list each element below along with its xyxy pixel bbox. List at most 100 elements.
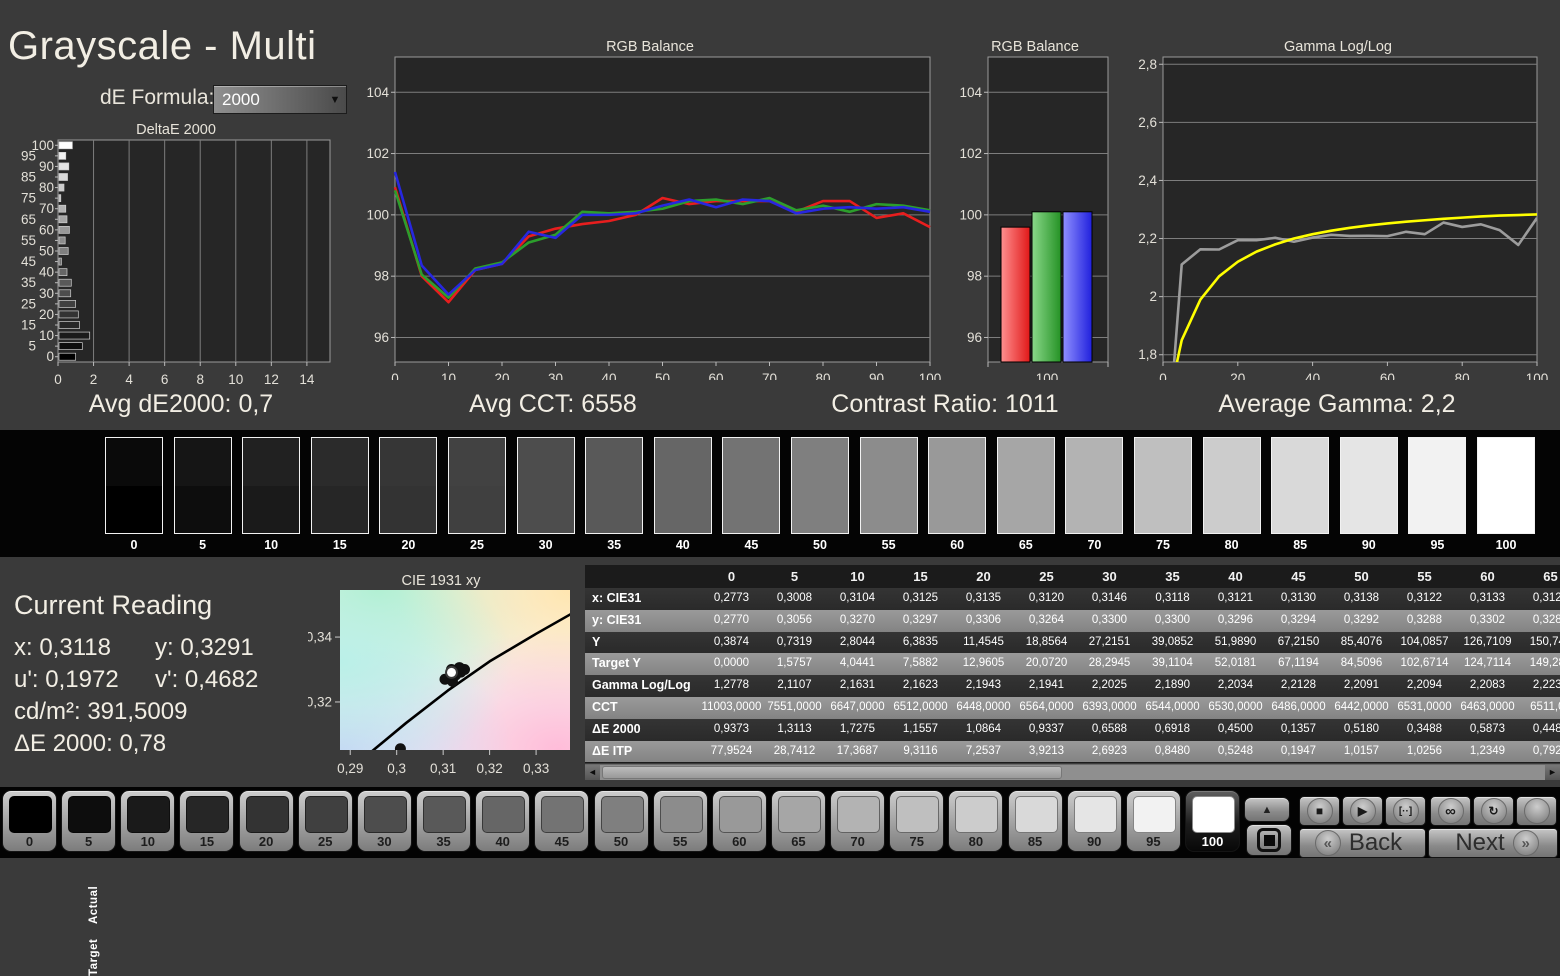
patch-button-100[interactable]: 100 xyxy=(1185,790,1240,852)
up-arrow-button[interactable]: ▲ xyxy=(1244,797,1290,822)
patch-button-75[interactable]: 75 xyxy=(889,790,945,852)
patch-button-label: 0 xyxy=(25,834,34,849)
svg-text:104: 104 xyxy=(959,85,982,100)
table-cell: 104,0857 xyxy=(1400,635,1449,648)
swatch-10 xyxy=(242,437,301,534)
table-row: y: CIE31 0,2770 0,3056 0,3270 0,3297 0,3306 0,… xyxy=(585,609,1560,632)
de-formula-label: dE Formula: xyxy=(100,86,215,109)
range-icon: [··] xyxy=(1392,798,1419,824)
back-chevrons-icon: « xyxy=(1314,830,1341,856)
svg-text:100: 100 xyxy=(959,207,982,222)
table-row-label: ΔE ITP xyxy=(592,743,633,758)
patch-button-15[interactable]: 15 xyxy=(179,790,235,852)
table-hscrollbar[interactable]: ◄ ► xyxy=(585,764,1560,780)
patch-color-swatch xyxy=(1073,796,1117,833)
scroll-right-icon[interactable]: ► xyxy=(1545,765,1560,780)
transport-refresh-button[interactable]: ↻ xyxy=(1473,796,1514,826)
transport-range-button[interactable]: [··] xyxy=(1385,796,1426,826)
patch-button-30[interactable]: 30 xyxy=(356,790,412,852)
svg-text:0: 0 xyxy=(54,372,62,387)
next-button-label: Next xyxy=(1455,829,1505,856)
swatch-95 xyxy=(1408,437,1467,534)
swatch-label: 40 xyxy=(675,538,690,552)
table-corner-cell xyxy=(585,565,700,588)
patch-button-0[interactable]: 0 xyxy=(2,790,57,852)
patch-color-swatch xyxy=(1192,796,1235,833)
back-button[interactable]: « Back xyxy=(1299,828,1426,858)
svg-text:2,2: 2,2 xyxy=(1138,231,1157,246)
patch-button-85[interactable]: 85 xyxy=(1007,790,1063,852)
swatch-100 xyxy=(1477,437,1535,534)
swatch-actual-half xyxy=(723,438,780,486)
actual-row-label: Actual xyxy=(88,885,100,924)
swatch-target-half xyxy=(792,485,848,533)
patch-color-swatch xyxy=(245,796,289,833)
svg-text:4: 4 xyxy=(125,372,133,387)
patch-button-95[interactable]: 95 xyxy=(1125,790,1181,852)
transport-play-button[interactable]: ▶ xyxy=(1342,796,1383,826)
scrollbar-thumb[interactable] xyxy=(602,766,1062,779)
swatch-actual-half xyxy=(106,438,162,486)
svg-text:100: 100 xyxy=(919,371,942,380)
reading-de2000: ΔE 2000: 0,78 xyxy=(14,730,167,757)
patch-button-10[interactable]: 10 xyxy=(120,790,176,852)
measurement-table: 0 5 10 15 20 25 30 35 40 45 50 55 60 65 x: CIE31 0,2773… xyxy=(585,565,1560,763)
swatch-target-half xyxy=(449,485,505,533)
svg-text:85: 85 xyxy=(21,170,36,185)
patch-button-20[interactable]: 20 xyxy=(238,790,294,852)
svg-text:30: 30 xyxy=(39,286,54,301)
transport-blank-button[interactable] xyxy=(1516,796,1557,826)
patch-button-5[interactable]: 5 xyxy=(61,790,117,852)
play-icon: ▶ xyxy=(1349,798,1376,824)
patch-button-80[interactable]: 80 xyxy=(948,790,1004,852)
patch-button-45[interactable]: 45 xyxy=(534,790,590,852)
table-cell: 6531,0000 xyxy=(1397,700,1452,713)
swatch-actual-half xyxy=(586,438,643,486)
table-cell: 39,0852 xyxy=(1151,635,1194,648)
table-cell: 2,1107 xyxy=(777,679,812,692)
transport-stop-button[interactable]: ■ xyxy=(1299,796,1340,826)
patch-button-65[interactable]: 65 xyxy=(770,790,826,852)
grayscale-swatch-strip: Actual Target 0 5 10 15 20 25 30 35 40 45 50 55 60 65… xyxy=(0,430,1560,976)
transport-infinity-button[interactable]: ∞ xyxy=(1430,796,1471,826)
patch-button-40[interactable]: 40 xyxy=(475,790,531,852)
table-cell: 0,1947 xyxy=(1280,744,1317,757)
patch-button-35[interactable]: 35 xyxy=(416,790,472,852)
swatch-actual-half xyxy=(792,438,848,486)
patch-button-50[interactable]: 50 xyxy=(593,790,649,852)
scroll-left-icon[interactable]: ◄ xyxy=(585,765,600,780)
rgb-balance-bar-chart: 96 98 100 102 104 100 xyxy=(959,56,1109,380)
patch-button-25[interactable]: 25 xyxy=(297,790,353,852)
svg-text:1,8: 1,8 xyxy=(1138,347,1157,362)
patch-button-label: 30 xyxy=(377,834,392,849)
patch-button-label: 65 xyxy=(791,834,806,849)
table-cell: 0,3056 xyxy=(776,613,813,626)
table-column-header: 40 xyxy=(1228,569,1243,584)
patch-button-60[interactable]: 60 xyxy=(711,790,767,852)
table-cell: 12,9605 xyxy=(962,657,1005,670)
table-cell: 0,6918 xyxy=(1154,722,1191,735)
pattern-window-button[interactable] xyxy=(1246,824,1292,856)
svg-text:0,32: 0,32 xyxy=(476,761,502,776)
reading-xy-line: x: 0,3118 y: 0,3291 xyxy=(14,634,254,662)
svg-text:2,6: 2,6 xyxy=(1138,115,1157,130)
table-cell: 2,6923 xyxy=(1091,744,1128,757)
patch-button-55[interactable]: 55 xyxy=(652,790,708,852)
swatch-target-half xyxy=(1203,485,1260,533)
swatch-actual-half xyxy=(243,438,300,486)
de-formula-select[interactable]: 2000 ▼ xyxy=(213,85,347,114)
swatch-target-half xyxy=(860,485,917,533)
patch-button-70[interactable]: 70 xyxy=(830,790,886,852)
table-cell: 126,7109 xyxy=(1463,635,1512,648)
table-row: Y 0,3874 0,7319 2,8044 6,3835 11,4545 18,8564 2… xyxy=(585,631,1560,654)
table-cell: 0,4500 xyxy=(1217,722,1254,735)
swatch-actual-half xyxy=(654,438,711,486)
table-cell: 0,3104 xyxy=(839,592,876,604)
table-cell: 18,8564 xyxy=(1025,635,1068,648)
table-column-header: 20 xyxy=(976,569,991,584)
patch-color-swatch xyxy=(896,796,940,833)
next-button[interactable]: Next » xyxy=(1428,828,1558,858)
table-cell: 20,0720 xyxy=(1025,657,1068,670)
patch-button-90[interactable]: 90 xyxy=(1066,790,1122,852)
table-cell: 67,2150 xyxy=(1277,635,1320,648)
